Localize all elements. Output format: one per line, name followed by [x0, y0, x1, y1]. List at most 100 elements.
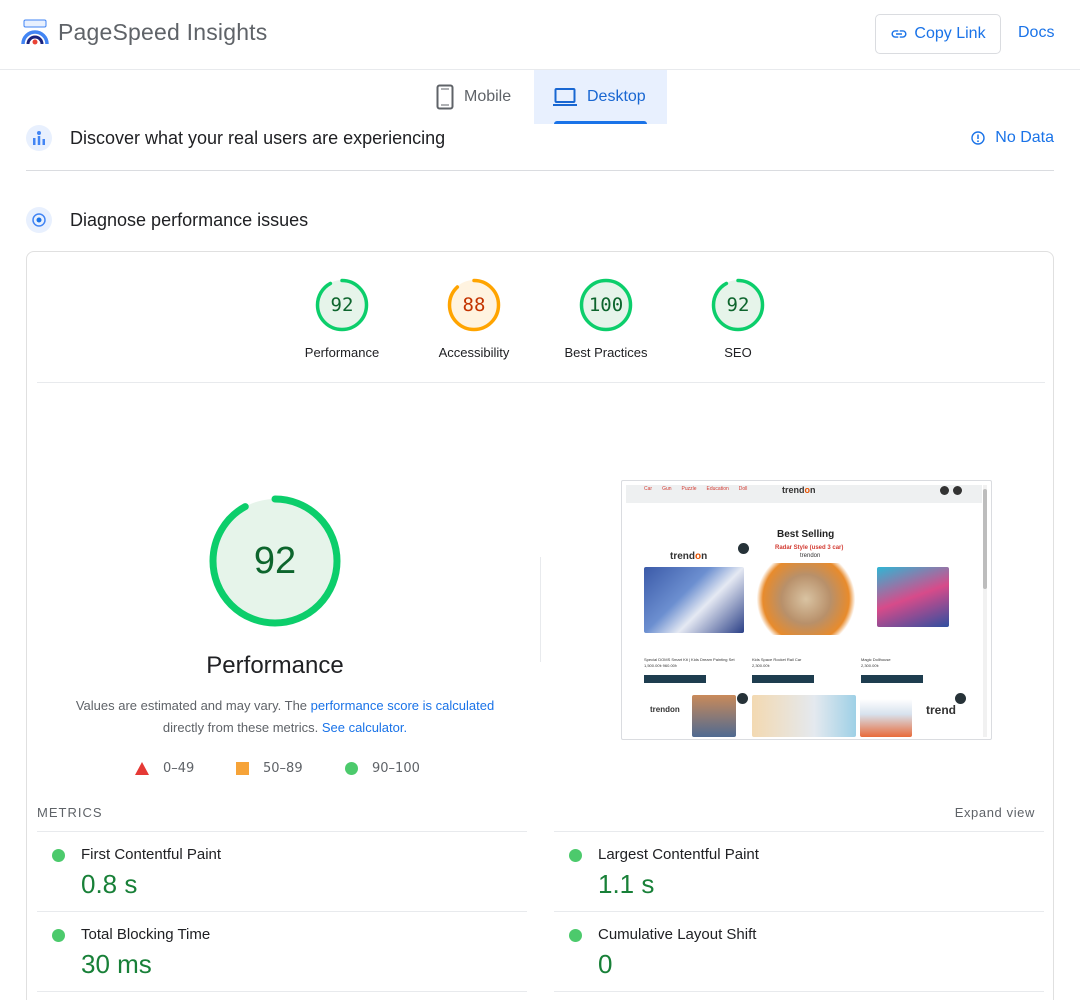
metric-name: Cumulative Layout Shift	[598, 926, 757, 943]
nav-link: Car	[644, 486, 653, 492]
top-header: PageSpeed Insights Copy Link Docs	[0, 0, 1080, 70]
pass-circle-icon	[569, 929, 582, 942]
nav-link: Education	[706, 486, 729, 492]
legend-fail-range: 0–49	[163, 761, 195, 776]
smartphone-icon	[436, 84, 454, 110]
screenshot-scroll-thumb	[983, 489, 987, 589]
sale-badge	[737, 693, 748, 704]
metrics-divider	[37, 991, 527, 992]
copy-link-label: Copy Link	[914, 25, 986, 42]
product-image-railcar	[756, 563, 856, 635]
nav-link: Gun	[662, 486, 672, 492]
metric-value: 1.1 s	[598, 869, 655, 899]
expand-view-toggle[interactable]: Expand view	[955, 805, 1035, 820]
metric-name: First Contentful Paint	[81, 846, 222, 863]
legend-pass: 90–100	[345, 761, 420, 776]
metric-tbt: Total Blocking Time 30 ms	[52, 926, 522, 986]
screenshot-subheading: Radar Style (used 3 car)	[775, 545, 844, 551]
product-order-button	[752, 675, 814, 683]
field-data-row[interactable]: Discover what your real users are experi…	[26, 124, 1054, 152]
social-icon	[940, 486, 949, 495]
metric-value: 30 ms	[81, 949, 152, 979]
docs-link[interactable]: Docs	[1018, 24, 1054, 42]
fail-triangle-icon	[135, 762, 149, 775]
product-name: Magic Dollhouse	[861, 657, 891, 662]
legend-pass-range: 90–100	[372, 761, 420, 776]
field-data-title: Discover what your real users are experi…	[70, 127, 446, 148]
product-image-dollhouse	[877, 567, 949, 627]
performance-score: 92	[330, 294, 354, 316]
product-order-button	[644, 675, 706, 683]
nav-link: Doll	[738, 486, 748, 492]
product-image-toy	[752, 695, 856, 737]
diagnose-title: Diagnose performance issues	[70, 209, 309, 230]
screenshot-logo: trendon	[670, 551, 708, 562]
product-name: Special DOMS Smart Kit | Kids Dream Pain…	[644, 657, 735, 662]
report-card: 92 Performance 88 Accessibility 100 Best…	[26, 251, 1054, 1000]
metric-lcp: Largest Contentful Paint 1.1 s	[569, 846, 1039, 906]
pass-circle-icon	[52, 849, 65, 862]
pass-circle-icon	[569, 849, 582, 862]
product-price: 2,300.00৳	[861, 663, 879, 668]
metrics-divider	[554, 911, 1044, 912]
seo-gauge: 92	[711, 278, 765, 332]
metrics-divider	[554, 831, 1044, 832]
sale-badge	[955, 693, 966, 704]
tab-mobile-label: Mobile	[464, 88, 512, 105]
no-data-status: No Data	[971, 129, 1054, 147]
screenshot-subbrand: trendon	[800, 553, 821, 559]
product-price: 1,500.00৳ 960.00৳	[644, 663, 677, 668]
legend-average: 50–89	[236, 761, 303, 776]
product-name: Kids Space Rocket Rail Car	[752, 657, 802, 662]
diagnose-row: Diagnose performance issues	[26, 206, 1054, 234]
screenshot-nav-links: Car Gun Puzzle Education Doll	[644, 486, 747, 492]
metric-cls: Cumulative Layout Shift 0	[569, 926, 1039, 986]
metric-name: Total Blocking Time	[81, 926, 211, 943]
performance-label: Performance	[304, 345, 380, 360]
seo-label: SEO	[724, 345, 752, 360]
metrics-divider	[37, 831, 527, 832]
no-data-label: No Data	[995, 129, 1054, 146]
performance-big-gauge: 92	[207, 493, 343, 629]
desc-text-2: directly from these metrics.	[162, 720, 322, 735]
score-best-practices[interactable]: 100 Best Practices	[541, 278, 671, 360]
best-practices-label: Best Practices	[564, 345, 648, 360]
lighthouse-icon	[26, 207, 52, 233]
tab-desktop-label: Desktop	[587, 88, 646, 105]
metrics-divider	[554, 991, 1044, 992]
product-image-kit	[644, 567, 744, 633]
legend-average-range: 50–89	[263, 761, 303, 776]
final-screenshot[interactable]: Car Gun Puzzle Education Doll trendon Be…	[621, 480, 992, 740]
screenshot-brand: trendon	[782, 485, 816, 495]
link-icon	[891, 30, 907, 38]
copy-link-button[interactable]: Copy Link	[875, 14, 1001, 54]
legend-fail: 0–49	[135, 761, 194, 776]
screenshot-logo: trend	[926, 703, 956, 717]
score-calculated-link[interactable]: performance score is calculated	[311, 698, 495, 713]
average-square-icon	[236, 762, 249, 775]
social-icon	[953, 486, 962, 495]
accessibility-score: 88	[462, 294, 486, 316]
best-practices-gauge: 100	[579, 278, 633, 332]
score-accessibility[interactable]: 88 Accessibility	[409, 278, 539, 360]
app-title[interactable]: PageSpeed Insights	[58, 19, 267, 46]
pass-circle-icon	[52, 929, 65, 942]
best-practices-score: 100	[588, 294, 624, 316]
pagespeed-logo-icon[interactable]	[20, 18, 50, 48]
performance-title: Performance	[206, 652, 344, 679]
score-performance[interactable]: 92 Performance	[277, 278, 407, 360]
score-seo[interactable]: 92 SEO	[673, 278, 803, 360]
users-chart-icon	[26, 125, 52, 151]
product-image-box	[860, 699, 912, 737]
tab-desktop[interactable]: Desktop	[534, 70, 667, 124]
sale-badge	[738, 543, 749, 554]
pass-circle-icon	[345, 762, 358, 775]
category-scores: 92 Performance 88 Accessibility 100 Best…	[37, 252, 1045, 383]
metric-fcp: First Contentful Paint 0.8 s	[52, 846, 522, 906]
accessibility-label: Accessibility	[438, 345, 510, 360]
seo-score: 92	[726, 294, 750, 316]
see-calculator-link[interactable]: See calculator.	[322, 720, 407, 735]
performance-gauge: 92	[315, 278, 369, 332]
tab-mobile[interactable]: Mobile	[430, 70, 530, 124]
product-image-kid	[692, 695, 736, 737]
